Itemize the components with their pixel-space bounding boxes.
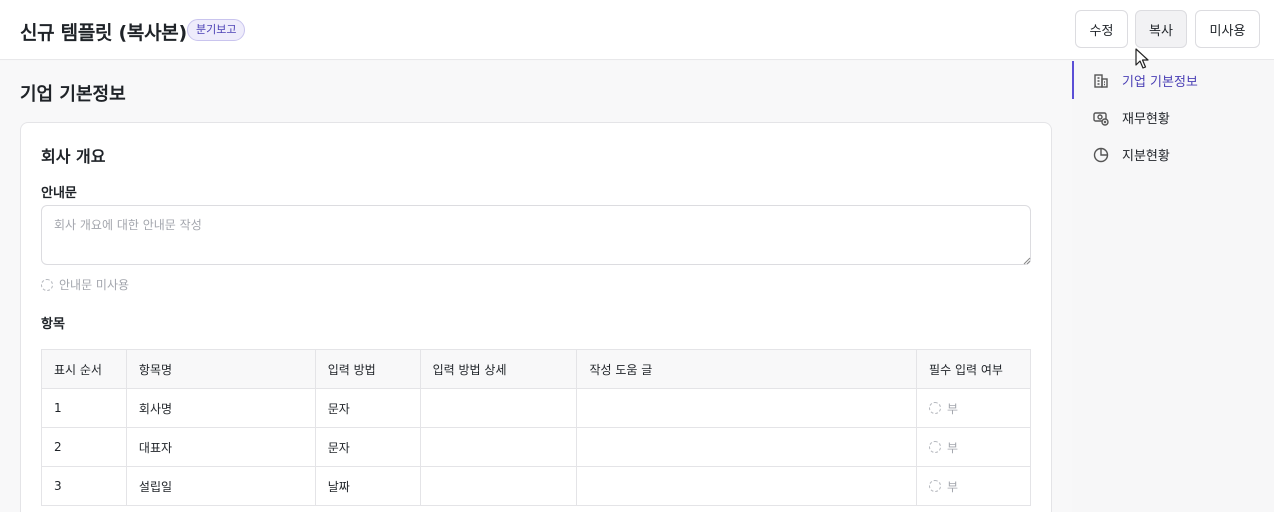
edit-button[interactable]: 수정 xyxy=(1075,10,1128,48)
dashed-circle-icon xyxy=(929,480,942,492)
required-cell: 부 xyxy=(916,388,1031,428)
active-indicator xyxy=(1072,61,1074,99)
table-row[interactable]: 1 회사명 문자 부 xyxy=(41,388,1031,428)
name-cell: 회사명 xyxy=(125,388,316,428)
column-header: 표시 순서 xyxy=(41,349,127,389)
section-title: 기업 기본정보 xyxy=(20,84,126,105)
dashed-circle-icon xyxy=(41,278,53,291)
guide-unused-label: 안내문 미사용 xyxy=(59,278,130,292)
items-table: 표시 순서 항목명 입력 방법 입력 방법 상세 작성 도움 글 필수 입력 여… xyxy=(41,349,1031,506)
method-cell: 날짜 xyxy=(314,466,421,506)
required-value: 부 xyxy=(947,479,959,494)
building-icon xyxy=(1094,73,1108,88)
column-header: 필수 입력 여부 xyxy=(916,349,1031,389)
copy-button[interactable]: 복사 xyxy=(1135,10,1187,48)
nav-item-label: 지분현황 xyxy=(1122,149,1170,164)
guide-label: 안내문 xyxy=(41,186,77,201)
required-value: 부 xyxy=(947,401,959,416)
dashed-circle-icon xyxy=(929,402,942,414)
column-header: 항목명 xyxy=(125,349,316,389)
status-badge: 분기보고 xyxy=(187,19,246,41)
help-cell xyxy=(576,466,918,506)
money-icon xyxy=(1093,111,1109,126)
help-cell xyxy=(576,427,918,467)
table-header-row: 표시 순서 항목명 입력 방법 입력 방법 상세 작성 도움 글 필수 입력 여… xyxy=(41,349,1031,389)
table-row[interactable]: 2 대표자 문자 부 xyxy=(41,427,1031,467)
required-value: 부 xyxy=(947,440,959,455)
order-cell: 2 xyxy=(41,427,127,467)
company-overview-card: 회사 개요 안내문 회사 개요에 대한 안내문 작성 안내문 미사용 항목 표시… xyxy=(20,122,1052,512)
column-header: 작성 도움 글 xyxy=(576,349,918,389)
items-label: 항목 xyxy=(41,317,65,332)
unused-button[interactable]: 미사용 xyxy=(1195,10,1260,48)
method-cell: 문자 xyxy=(314,388,421,428)
order-cell: 1 xyxy=(41,388,127,428)
detail-cell xyxy=(419,388,578,428)
required-cell: 부 xyxy=(916,466,1031,506)
mouse-cursor-icon xyxy=(1135,48,1149,69)
nav-item-basic-info[interactable]: 기업 기본정보 xyxy=(1092,71,1198,90)
top-header: 신규 템플릿 (복사본) 분기보고 수정 복사 미사용 xyxy=(0,0,1274,60)
table-row[interactable]: 3 설립일 날짜 부 xyxy=(41,466,1031,506)
page-title: 신규 템플릿 (복사본) xyxy=(20,22,187,44)
dashed-circle-icon xyxy=(929,441,942,453)
nav-item-equity[interactable]: 지분현황 xyxy=(1092,145,1170,164)
name-cell: 설립일 xyxy=(125,466,316,506)
required-cell: 부 xyxy=(916,427,1031,467)
pie-chart-icon xyxy=(1093,147,1109,162)
detail-cell xyxy=(419,427,578,467)
column-header: 입력 방법 상세 xyxy=(419,349,578,389)
method-cell: 문자 xyxy=(314,427,421,467)
name-cell: 대표자 xyxy=(125,427,316,467)
nav-item-finance[interactable]: 재무현황 xyxy=(1092,108,1170,127)
resize-grip-icon[interactable] xyxy=(1023,257,1031,265)
card-title: 회사 개요 xyxy=(41,147,106,166)
order-cell: 3 xyxy=(41,466,127,506)
guide-unused-toggle[interactable]: 안내문 미사용 xyxy=(41,276,129,293)
nav-item-label: 기업 기본정보 xyxy=(1122,75,1198,90)
help-cell xyxy=(576,388,918,428)
detail-cell xyxy=(419,466,578,506)
guide-textarea[interactable]: 회사 개요에 대한 안내문 작성 xyxy=(41,205,1031,265)
column-header: 입력 방법 xyxy=(314,349,421,389)
nav-item-label: 재무현황 xyxy=(1122,112,1170,127)
